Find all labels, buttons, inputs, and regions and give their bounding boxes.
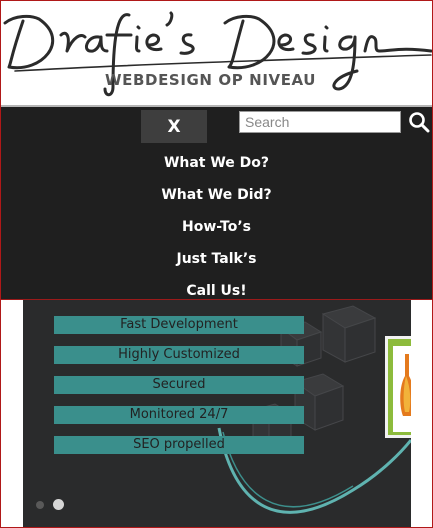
site-logo[interactable] (1, 1, 432, 105)
close-icon: X (167, 116, 181, 137)
slider-dot-1[interactable] (36, 501, 44, 509)
slider-dot-2[interactable] (53, 499, 64, 510)
feature-item: Fast Development (54, 316, 304, 334)
nav-item-what-we-do[interactable]: What We Do? (1, 147, 432, 179)
thumbnail-illustration (393, 346, 411, 432)
page-frame: WEBDESIGN OP NIVEAU X What We Do? What W… (0, 0, 433, 528)
feature-item: SEO propelled (54, 436, 304, 454)
slide-thumbnail[interactable] (385, 336, 411, 438)
site-tagline: WEBDESIGN OP NIVEAU (105, 71, 317, 89)
feature-item: Monitored 24/7 (54, 406, 304, 424)
nav-item-what-we-did[interactable]: What We Did? (1, 179, 432, 211)
nav-item-just-talks[interactable]: Just Talk’s (1, 243, 432, 275)
thumbnail-image (393, 346, 411, 432)
logo-script-graphic (3, 11, 432, 97)
nav-item-how-tos[interactable]: How-To’s (1, 211, 432, 243)
nav-list: What We Do? What We Did? How-To’s Just T… (1, 147, 432, 307)
hero-slider: Fast Development Highly Customized Secur… (23, 300, 411, 527)
search-input[interactable] (239, 111, 401, 133)
site-header: WEBDESIGN OP NIVEAU (1, 1, 432, 105)
close-menu-button[interactable]: X (141, 110, 207, 143)
feature-item: Secured (54, 376, 304, 394)
feature-list: Fast Development Highly Customized Secur… (54, 316, 304, 466)
mobile-nav-menu: X What We Do? What We Did? How-To’s Just… (1, 105, 432, 300)
search-icon[interactable] (408, 111, 430, 133)
feature-item: Highly Customized (54, 346, 304, 364)
